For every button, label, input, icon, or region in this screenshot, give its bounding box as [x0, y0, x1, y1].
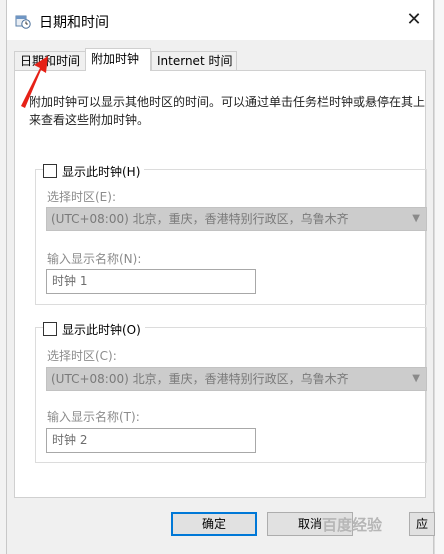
- close-icon: ✕: [406, 9, 422, 30]
- close-button[interactable]: ✕: [401, 8, 427, 32]
- background-window-edge-right: [434, 0, 444, 554]
- checkbox-label: 显示此时钟(H): [62, 164, 141, 179]
- clock2-timezone-select[interactable]: (UTC+08:00) 北京，重庆，香港特别行政区，乌鲁木齐 ▼: [46, 367, 427, 391]
- tab-label: Internet 时间: [157, 54, 233, 68]
- window-title: 日期和时间: [39, 15, 109, 31]
- tab-label: 附加时钟: [91, 52, 140, 66]
- clock2-name-label: 输入显示名称(T):: [47, 410, 140, 424]
- combo-value: (UTC+08:00) 北京，重庆，香港特别行政区，乌鲁木齐: [51, 212, 349, 226]
- clock2-show-checkbox[interactable]: 显示此时钟(O): [43, 320, 145, 338]
- combo-value: (UTC+08:00) 北京，重庆，香港特别行政区，乌鲁木齐: [51, 372, 349, 386]
- tab-internet-time[interactable]: Internet 时间: [151, 51, 237, 70]
- clock2-timezone-label: 选择时区(C):: [47, 349, 117, 363]
- additional-clocks-panel: 附加时钟可以显示其他时区的时间。可以通过单击任务栏时钟或悬停在其上来查看这些附加…: [14, 70, 427, 498]
- date-time-dialog: 日期和时间 ✕ 日期和时间 附加时钟 Internet 时间 附加时钟可以显示其…: [6, 0, 435, 554]
- description-text: 附加时钟可以显示其他时区的时间。可以通过单击任务栏时钟或悬停在其上来查看这些附加…: [29, 95, 426, 127]
- watermark-text: 百度经验: [322, 516, 383, 534]
- clock-calendar-icon: [15, 15, 31, 29]
- tab-additional-clocks[interactable]: 附加时钟: [85, 48, 151, 71]
- red-annotation-arrow-icon: [21, 56, 48, 108]
- ok-button[interactable]: 确定: [171, 512, 257, 536]
- clock1-timezone-label: 选择时区(E):: [47, 190, 116, 204]
- clock1-name-input[interactable]: 时钟 1: [46, 269, 256, 294]
- title-bar: 日期和时间 ✕: [7, 0, 433, 40]
- apply-button[interactable]: 应: [409, 512, 435, 536]
- checkbox-label: 显示此时钟(O): [62, 322, 141, 337]
- clock1-show-checkbox[interactable]: 显示此时钟(H): [43, 162, 145, 180]
- clock2-name-input[interactable]: 时钟 2: [46, 428, 256, 453]
- chevron-down-icon: ▼: [412, 213, 420, 224]
- clock1-timezone-select[interactable]: (UTC+08:00) 北京，重庆，香港特别行政区，乌鲁木齐 ▼: [46, 207, 427, 231]
- checkbox-box[interactable]: [43, 322, 57, 336]
- checkbox-box[interactable]: [43, 164, 57, 178]
- clock1-name-label: 输入显示名称(N):: [47, 252, 142, 266]
- chevron-down-icon: ▼: [412, 373, 420, 384]
